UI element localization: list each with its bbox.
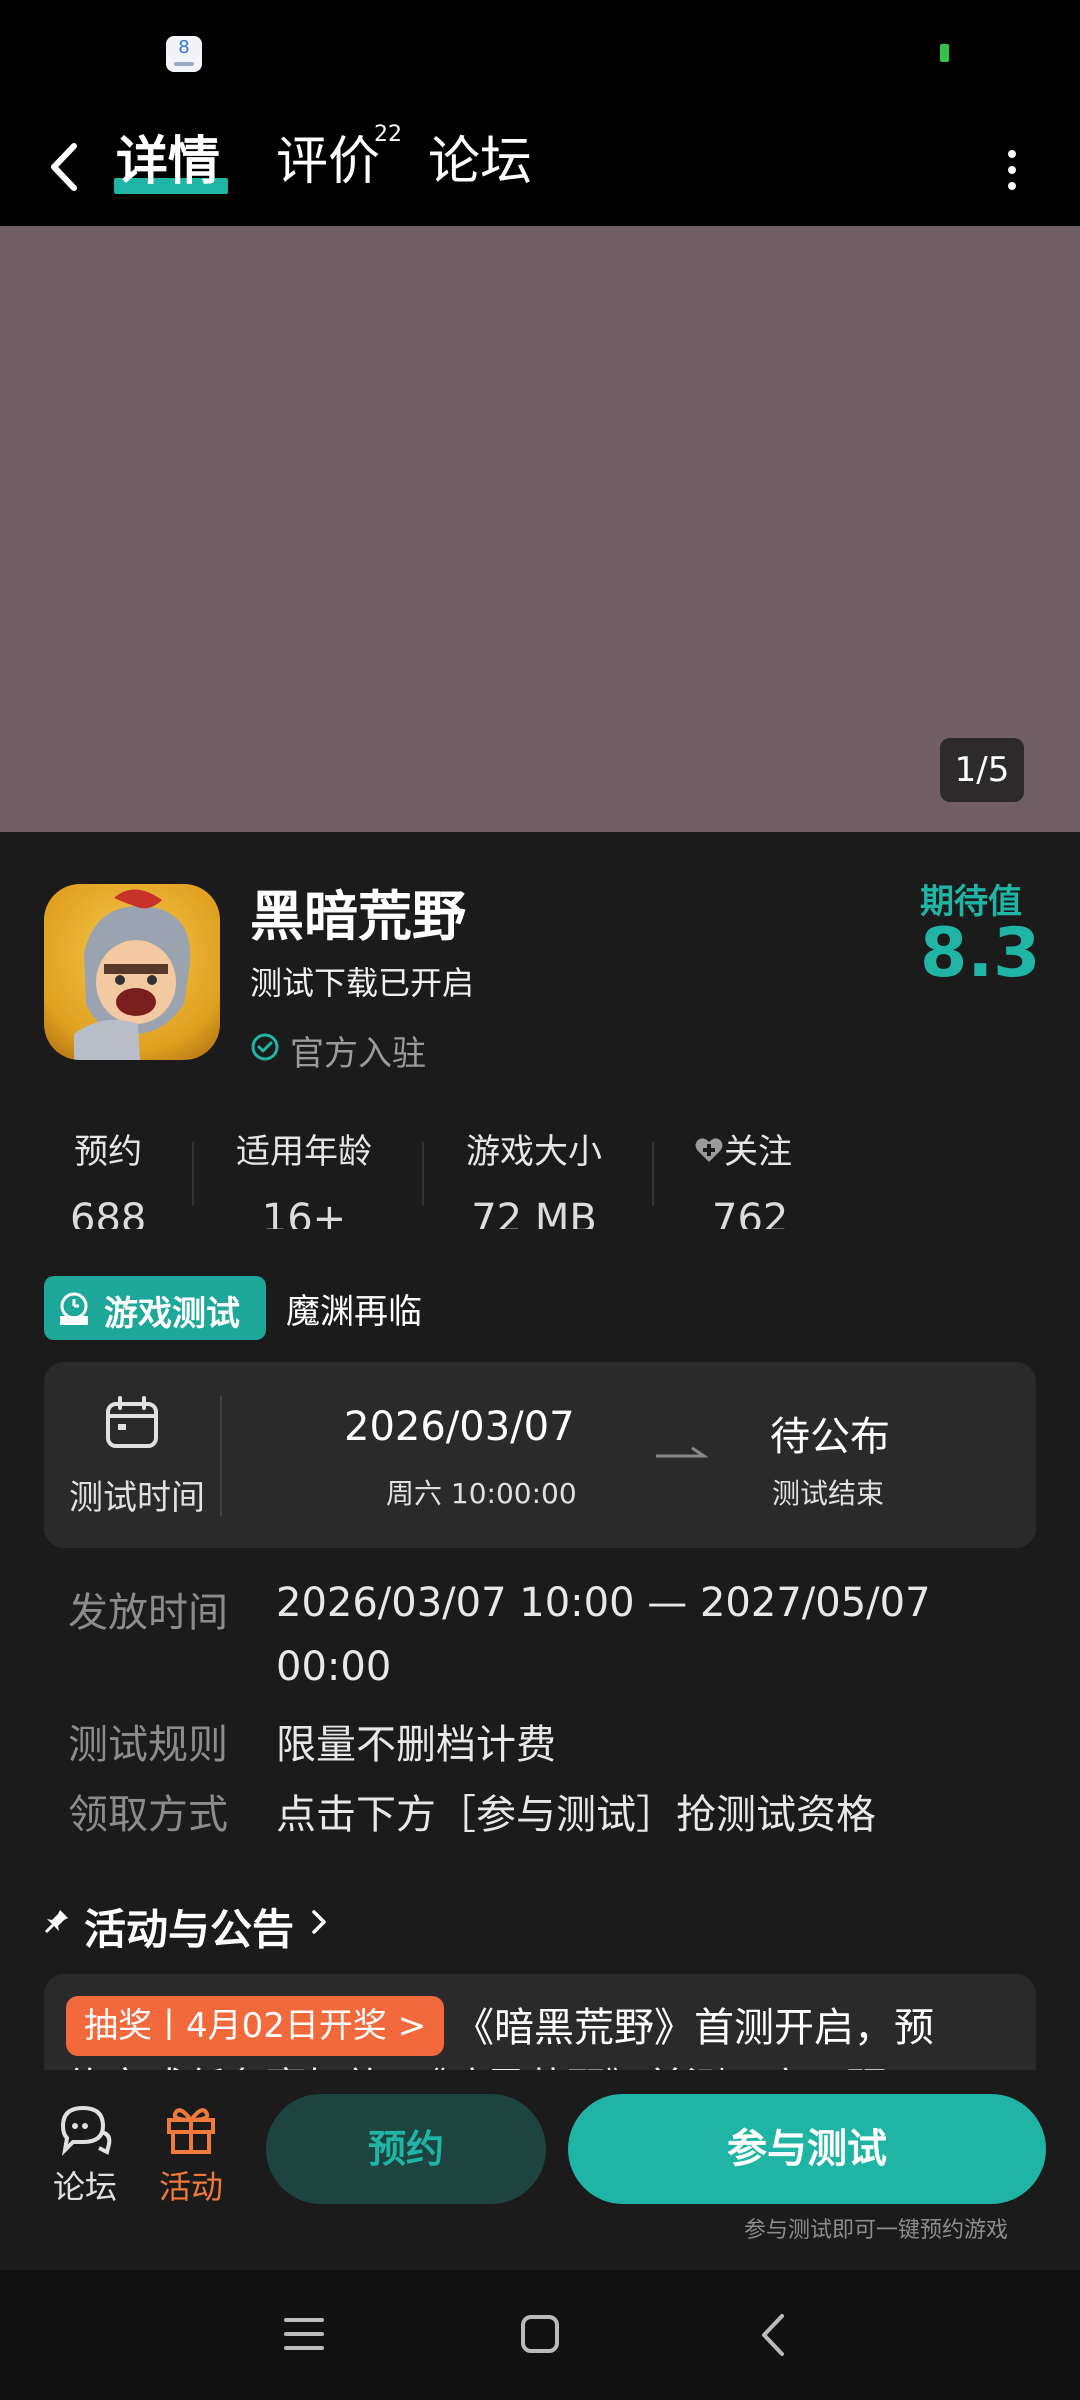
- system-nav-bar: [0, 2270, 1080, 2400]
- info-value: 2026/03/07 10:00 — 2027/05/07: [276, 1580, 931, 1626]
- test-server-name: 魔渊再临: [286, 1292, 422, 1332]
- calendar-icon: [106, 1396, 158, 1448]
- game-subtitle: 测试下载已开启: [250, 964, 475, 1002]
- home-icon[interactable]: [520, 2314, 560, 2354]
- forum-shortcut[interactable]: 论坛: [40, 2100, 130, 2208]
- official-label: 官方入驻: [290, 1034, 426, 1074]
- stat-value: 688: [70, 1196, 147, 1229]
- game-test-badge[interactable]: 游戏测试: [44, 1276, 266, 1340]
- announcement-card[interactable]: 抽奖丨4月02日开奖 > 《暗黑荒野》首测开启，预 约完成任务赢好礼，《暗黑荒野…: [44, 1974, 1036, 2070]
- test-time-label: 测试时间: [69, 1478, 205, 1518]
- bottom-action-bar: 论坛 活动 预约 参与测试 参与测试即可一键预约游戏: [0, 2070, 1080, 2270]
- divider: [220, 1396, 222, 1516]
- tab-detail[interactable]: 详情: [116, 126, 220, 198]
- gift-icon: [167, 2108, 215, 2154]
- test-alarm-icon: [60, 1292, 88, 1325]
- stat-reservations: 预约 688: [70, 1124, 146, 1229]
- info-key: 发放时间: [68, 1590, 228, 1636]
- announcements-title[interactable]: 活动与公告: [84, 1896, 294, 1957]
- forum-chat-icon: [60, 2105, 112, 2156]
- media-banner[interactable]: 1/5: [0, 226, 1080, 832]
- stat-followers[interactable]: 关注 762: [694, 1124, 792, 1229]
- info-key: 领取方式: [68, 1792, 228, 1838]
- announcement-text-continued: 约完成任务赢好礼，《暗黑荒野》首测开启，预: [66, 2058, 1026, 2070]
- top-nav: 详情 评价 22 论坛: [0, 110, 1080, 226]
- pin-icon: [44, 1910, 68, 1934]
- game-title: 黑暗荒野: [250, 885, 466, 948]
- test-start-time: 周六 10:00:00: [386, 1477, 577, 1510]
- more-options-icon[interactable]: [1000, 140, 1024, 200]
- tab-review[interactable]: 评价: [276, 126, 380, 198]
- tab-forum[interactable]: 论坛: [428, 126, 532, 198]
- stat-label: 游戏大小: [466, 1132, 602, 1172]
- back-arrow-icon[interactable]: [40, 132, 90, 202]
- heart-plus-icon: [695, 1138, 723, 1162]
- forum-label: 论坛: [52, 2168, 117, 2206]
- stat-divider: [652, 1142, 654, 1206]
- lottery-tag[interactable]: 抽奖丨4月02日开奖 >: [66, 1996, 445, 2056]
- info-value: 点击下方［参与测试］抢测试资格: [276, 1792, 876, 1838]
- battery-icon: [940, 44, 949, 62]
- recent-apps-icon[interactable]: [284, 2316, 324, 2352]
- stat-value: 16+: [261, 1196, 347, 1229]
- test-badge-label: 游戏测试: [104, 1294, 240, 1334]
- announcement-text: 《暗黑荒野》首测开启，预: [454, 2005, 934, 2051]
- join-test-hint: 参与测试即可一键预约游戏: [744, 2218, 1009, 2243]
- stat-label: 适用年龄: [236, 1132, 372, 1172]
- info-key: 测试规则: [68, 1722, 228, 1768]
- join-test-button[interactable]: 参与测试: [568, 2094, 1046, 2204]
- banner-page-indicator: 1/5: [940, 738, 1024, 802]
- test-end-label: 测试结束: [772, 1477, 885, 1510]
- stat-value: 762: [712, 1196, 789, 1229]
- info-value-continued: 00:00: [276, 1644, 392, 1690]
- test-end-status: 待公布: [770, 1414, 890, 1460]
- stat-game-size: 游戏大小 72 MB: [466, 1124, 602, 1229]
- review-count-badge: 22: [374, 122, 402, 147]
- stat-label: 关注: [694, 1124, 792, 1173]
- activity-label: 活动: [158, 2168, 223, 2206]
- stat-divider: [192, 1142, 194, 1206]
- test-time-card: 测试时间 2026/03/07 周六 10:00:00 待公布 测试结束: [44, 1362, 1036, 1548]
- status-bar: [0, 0, 1080, 110]
- game-icon: [44, 884, 220, 1060]
- chevron-right-icon[interactable]: [310, 1908, 330, 1936]
- stat-label: 预约: [74, 1132, 143, 1172]
- arrow-right-icon: [656, 1446, 708, 1458]
- reserve-button[interactable]: 预约: [266, 2094, 546, 2204]
- stat-age-rating: 适用年龄 16+: [236, 1124, 372, 1229]
- info-value: 限量不删档计费: [276, 1722, 556, 1768]
- activity-shortcut[interactable]: 活动: [146, 2100, 236, 2208]
- system-back-icon[interactable]: [758, 2312, 788, 2358]
- verified-check-icon: [251, 1033, 279, 1061]
- notification-app-icon: [166, 36, 202, 72]
- expectation-score: 8.3: [920, 914, 1041, 993]
- detail-content[interactable]: 黑暗荒野 测试下载已开启 官方入驻 期待值 8.3 预约 688 适用年龄 16…: [0, 832, 1080, 2070]
- stat-value: 72 MB: [471, 1196, 597, 1229]
- test-start-date: 2026/03/07: [344, 1404, 575, 1450]
- stat-divider: [422, 1142, 424, 1206]
